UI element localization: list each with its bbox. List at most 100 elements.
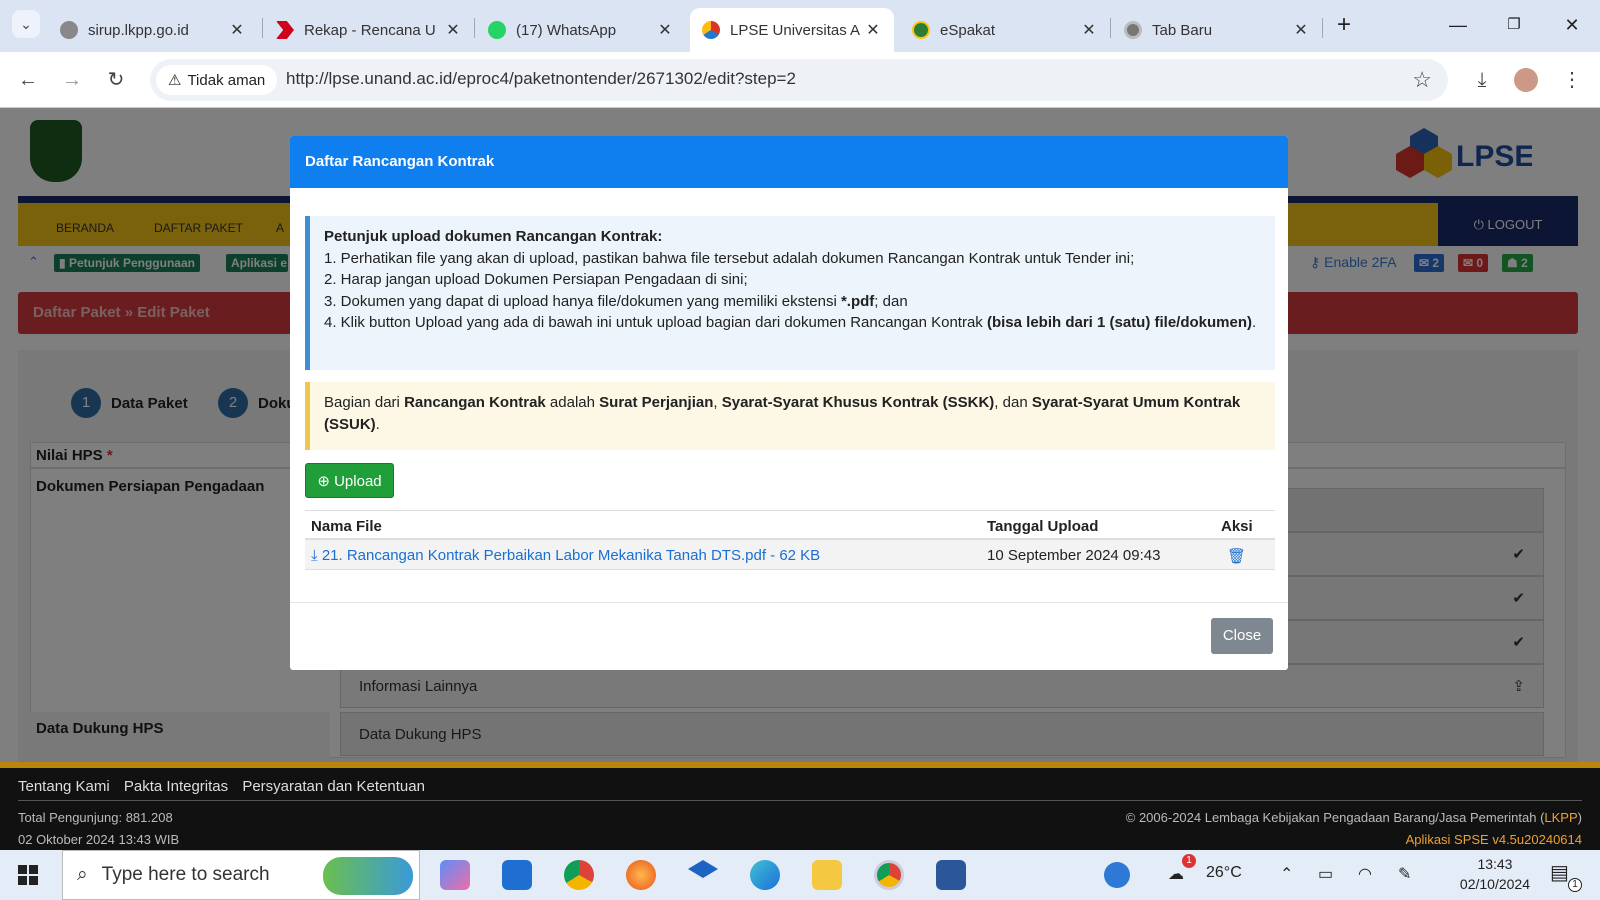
search-placeholder: Type here to search xyxy=(101,864,270,885)
red-chevron-icon xyxy=(276,21,294,39)
notification-icon[interactable]: ▤ xyxy=(1550,860,1569,885)
windows-taskbar: ⌕ Type here to search ☁ 1 26°C ⌃ ▭ ◠ ✎ 1… xyxy=(0,850,1600,900)
edge-icon[interactable] xyxy=(750,860,780,890)
word-icon[interactable] xyxy=(936,860,966,890)
footer-datetime: 02 Oktober 2024 13:43 WIB xyxy=(18,832,180,847)
instruction-item: 2. Harap jangan upload Dokumen Persiapan… xyxy=(324,271,748,288)
site-footer: Tentang Kami Pakta Integritas Persyarata… xyxy=(0,762,1600,850)
back-arrow-icon[interactable]: ← xyxy=(14,66,42,94)
tray-chevron-icon[interactable]: ⌃ xyxy=(1280,864,1293,884)
close-icon[interactable]: ✕ xyxy=(444,20,462,40)
close-button[interactable]: Close xyxy=(1211,618,1273,654)
close-icon[interactable]: ✕ xyxy=(1292,20,1310,40)
footer-link-persyaratan[interactable]: Persyaratan dan Ketentuan xyxy=(242,778,425,795)
window-close-icon[interactable]: ✕ xyxy=(1552,10,1592,40)
modal-title: Daftar Rancangan Kontrak xyxy=(290,136,1288,188)
url-text[interactable]: http://lpse.unand.ac.id/eproc4/paketnont… xyxy=(286,69,796,89)
browser-tab-rekap[interactable]: Rekap - Rencana U ✕ xyxy=(264,8,474,52)
chrome-taskbar-icon[interactable] xyxy=(564,860,594,890)
weather-cloud-icon[interactable]: ☁ xyxy=(1168,864,1184,884)
upload-button[interactable]: ⊕ Upload xyxy=(305,463,394,498)
search-icon: ⌕ xyxy=(77,864,88,885)
file-explorer-icon[interactable] xyxy=(812,860,842,890)
profile-avatar[interactable] xyxy=(1514,68,1538,92)
pen-icon[interactable]: ✎ xyxy=(1398,864,1411,884)
chrome-icon xyxy=(1124,21,1142,39)
close-icon[interactable]: ✕ xyxy=(656,20,674,40)
temperature[interactable]: 26°C xyxy=(1206,864,1242,882)
lpse-icon xyxy=(702,21,720,39)
instruction-item: 3. Dokumen yang dapat di upload hanya fi… xyxy=(324,292,908,310)
uploaded-files-table: Nama File Tanggal Upload Aksi ⤓ 21. Ranc… xyxy=(305,510,1275,570)
file-download-link[interactable]: ⤓ 21. Rancangan Kontrak Perbaikan Labor … xyxy=(311,547,820,564)
browser-tab-lpse[interactable]: LPSE Universitas A ✕ xyxy=(690,8,894,52)
tab-title: Tab Baru xyxy=(1152,21,1213,39)
instruction-item: 4. Klik button Upload yang ada di bawah … xyxy=(324,314,1257,331)
menu-kebab-icon[interactable]: ⋮ xyxy=(1558,66,1586,94)
copilot-icon[interactable] xyxy=(440,860,470,890)
file-name: 21. Rancangan Kontrak Perbaikan Labor Me… xyxy=(321,547,821,564)
browser-tab-tab-baru[interactable]: Tab Baru ✕ xyxy=(1112,8,1322,52)
security-label: Tidak aman xyxy=(187,71,266,89)
windows-start-icon[interactable] xyxy=(18,865,38,885)
browser-tab-espakat[interactable]: eSpakat ✕ xyxy=(900,8,1110,52)
upload-instructions: Petunjuk upload dokumen Rancangan Kontra… xyxy=(305,216,1275,370)
download-icon: ⤓ xyxy=(311,547,322,564)
globe-icon xyxy=(60,21,78,39)
download-icon[interactable]: ⤓ xyxy=(1468,66,1496,94)
restore-icon[interactable]: ❐ xyxy=(1494,10,1534,40)
dropbox-icon[interactable] xyxy=(688,860,718,878)
battery-icon[interactable]: ▭ xyxy=(1318,864,1333,884)
visitor-count: Total Pengunjung: 881.208 xyxy=(18,810,173,825)
close-icon[interactable]: ✕ xyxy=(1080,20,1098,40)
security-indicator[interactable]: ⚠ Tidak aman xyxy=(156,65,278,95)
contract-parts-note: Bagian dari Rancangan Kontrak adalah Sur… xyxy=(305,382,1275,450)
bookmark-star-icon[interactable]: ☆ xyxy=(1412,67,1432,93)
clock-date: 02/10/2024 xyxy=(1459,876,1530,892)
header-aksi: Aksi xyxy=(1221,518,1253,535)
taskbar-clock[interactable]: 13:43 02/10/2024 xyxy=(1460,854,1530,894)
footer-links: Tentang Kami Pakta Integritas Persyarata… xyxy=(18,778,435,795)
rancangan-kontrak-modal: Daftar Rancangan Kontrak Petunjuk upload… xyxy=(290,136,1288,670)
reload-icon[interactable]: ↻ xyxy=(102,66,130,94)
firefox-icon[interactable] xyxy=(626,860,656,890)
tab-title: LPSE Universitas A xyxy=(730,21,861,39)
instruction-item: 1. Perhatikan file yang akan di upload, … xyxy=(324,249,1135,267)
close-icon[interactable]: ✕ xyxy=(864,20,882,40)
espakat-icon xyxy=(912,21,930,39)
chrome-active-icon[interactable] xyxy=(874,860,904,890)
footer-link-tentang[interactable]: Tentang Kami xyxy=(18,778,110,795)
upload-date: 10 September 2024 09:43 xyxy=(987,547,1161,564)
clock-time: 13:43 xyxy=(1477,856,1513,872)
close-icon[interactable]: ✕ xyxy=(228,20,246,40)
forward-arrow-icon[interactable]: → xyxy=(58,66,86,94)
app-version: Aplikasi SPSE v4.5u20240614 xyxy=(1405,832,1582,847)
weather-badge: 1 xyxy=(1182,854,1196,868)
tab-title: Rekap - Rencana U xyxy=(304,21,436,39)
footer-link-pakta[interactable]: Pakta Integritas xyxy=(124,778,228,795)
browser-tab-strip: ⌄ sirup.lkpp.go.id ✕ Rekap - Rencana U ✕… xyxy=(0,0,1600,52)
notification-count: 1 xyxy=(1568,878,1582,892)
trash-icon[interactable]: 🗑 xyxy=(1227,547,1246,565)
table-header: Nama File Tanggal Upload Aksi xyxy=(305,510,1275,540)
header-nama-file: Nama File xyxy=(311,518,382,535)
network-icon[interactable]: ◠ xyxy=(1358,864,1372,884)
tab-title: (17) WhatsApp xyxy=(516,21,617,39)
header-tanggal-upload: Tanggal Upload xyxy=(987,518,1099,535)
minimize-icon[interactable]: — xyxy=(1438,10,1478,40)
tab-search-chevron-icon[interactable]: ⌄ xyxy=(12,10,40,38)
help-icon[interactable] xyxy=(1104,862,1130,888)
store-icon[interactable] xyxy=(502,860,532,890)
search-highlight-image xyxy=(323,857,413,895)
browser-tab-whatsapp[interactable]: (17) WhatsApp ✕ xyxy=(476,8,686,52)
browser-toolbar: ← → ↻ ⚠ Tidak aman http://lpse.unand.ac.… xyxy=(0,52,1600,108)
footer-divider xyxy=(18,800,1582,801)
tab-title: sirup.lkpp.go.id xyxy=(88,21,189,39)
browser-tab-sirup[interactable]: sirup.lkpp.go.id ✕ xyxy=(48,8,258,52)
warning-triangle-icon: ⚠ xyxy=(168,72,182,89)
address-bar[interactable]: ⚠ Tidak aman http://lpse.unand.ac.id/epr… xyxy=(150,59,1448,101)
new-tab-plus-icon[interactable]: + xyxy=(1324,10,1364,40)
taskbar-search[interactable]: ⌕ Type here to search xyxy=(62,850,420,900)
whatsapp-icon xyxy=(488,21,506,39)
copyright: © 2006-2024 Lembaga Kebijakan Pengadaan … xyxy=(1125,810,1582,825)
